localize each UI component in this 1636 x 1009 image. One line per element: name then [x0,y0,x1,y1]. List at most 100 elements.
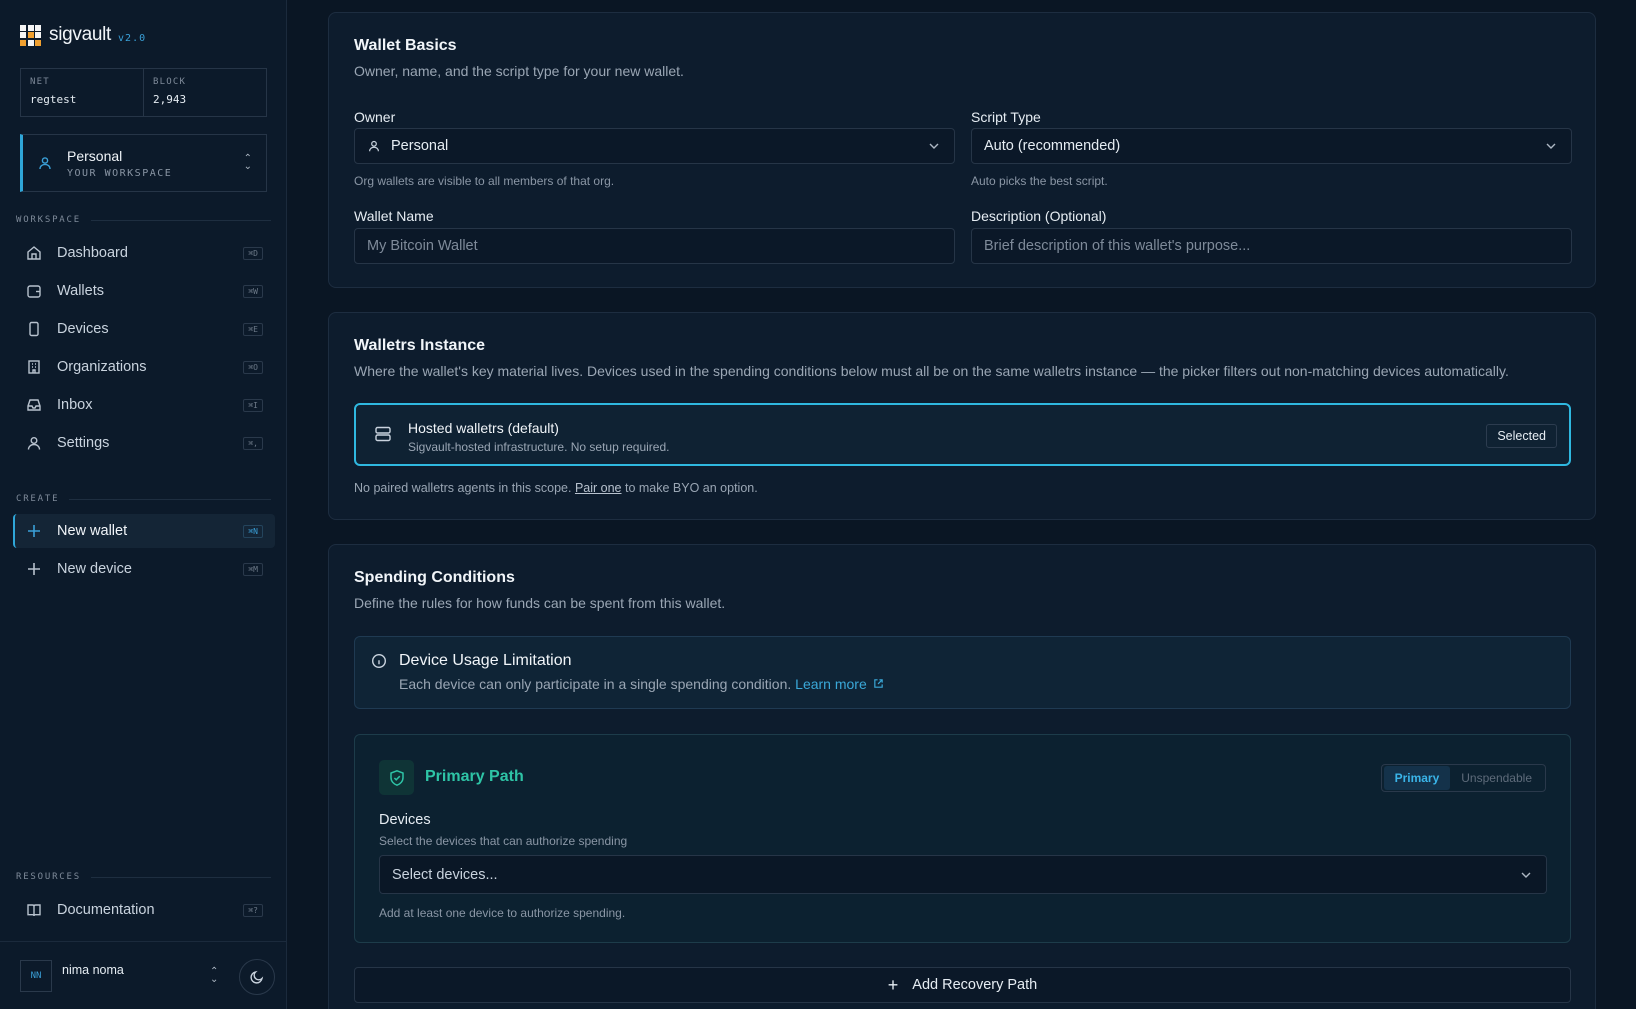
external-link-icon[interactable] [873,678,884,689]
plus-icon: + [887,974,899,995]
shortcut-badge: ⌘M [243,563,263,576]
card-subtitle: Where the wallet's key material lives. D… [354,363,1509,379]
chevron-updown-icon[interactable]: ⌃ ⌄ [210,967,218,985]
sidebar-item-organizations[interactable]: Organizations ⌘O [13,350,275,384]
chevron-down-icon [929,143,939,149]
spending-conditions-card: Spending Conditions Define the rules for… [328,544,1596,1009]
sidebar-item-inbox[interactable]: Inbox ⌘I [13,388,275,422]
toggle-primary[interactable]: Primary [1383,766,1451,790]
inbox-icon [25,396,43,414]
plus-icon [25,560,43,578]
card-title: Walletrs Instance [354,337,486,354]
sidebar-item-label: Documentation [57,902,155,918]
add-recovery-path-button[interactable]: + Add Recovery Path [354,967,1571,1003]
sidebar-item-devices[interactable]: Devices ⌘E [13,312,275,346]
shortcut-badge: ⌘W [243,285,263,298]
sidebar-item-documentation[interactable]: Documentation ⌘? [13,893,275,927]
workspace-switcher[interactable]: Personal YOUR WORKSPACE ⌃ ⌄ [20,134,267,192]
shortcut-badge: ⌘D [243,247,263,260]
user-name[interactable]: nima noma [62,963,124,977]
moon-icon [250,970,264,984]
user-menu: NN nima noma ⌃ ⌄ [0,941,287,1009]
chevron-down-icon [1521,872,1531,878]
net-value: regtest [30,93,77,106]
wallet-basics-card: Wallet Basics Owner, name, and the scrip… [328,12,1596,288]
avatar[interactable]: NN [20,960,52,992]
logo[interactable]: sigvault v2.0 [20,24,146,46]
shortcut-badge: ⌘E [243,323,263,336]
sidebar-item-new-device[interactable]: New device ⌘M [13,552,275,586]
sidebar-item-label: Wallets [57,283,104,299]
card-title: Wallet Basics [354,37,457,54]
pair-one-link[interactable]: Pair one [575,481,622,495]
info-text: Each device can only participate in a si… [399,676,884,692]
primary-path-panel: Primary Path Primary Unspendable Devices… [354,734,1571,943]
sidebar-item-new-wallet[interactable]: New wallet ⌘N [13,514,275,548]
script-type-select[interactable]: Auto (recommended) [971,128,1572,164]
shortcut-badge: ⌘I [243,399,263,412]
devices-label: Devices [379,812,431,828]
devices-select[interactable]: Select devices... [379,855,1547,894]
chevron-down-icon [1546,143,1556,149]
owner-value: Personal [391,138,449,154]
shortcut-badge: ⌘? [243,904,263,917]
shield-icon [379,760,414,795]
learn-more-link[interactable]: Learn more [795,676,867,692]
card-subtitle: Owner, name, and the script type for you… [354,63,684,79]
plus-icon [25,522,43,540]
walletrs-instance-card: Walletrs Instance Where the wallet's key… [328,312,1596,520]
sidebar-item-wallets[interactable]: Wallets ⌘W [13,274,275,308]
sidebar-item-dashboard[interactable]: Dashboard ⌘D [13,236,275,270]
sidebar-item-label: New wallet [57,523,128,539]
network-status: NET regtest BLOCK 2,943 [20,68,267,117]
wallet-name-input[interactable]: My Bitcoin Wallet [354,228,955,264]
net-label: NET [30,77,50,87]
devices-description: Select the devices that can authorize sp… [379,834,628,848]
devices-placeholder: Select devices... [392,866,498,883]
sidebar-item-settings[interactable]: Settings ⌘, [13,426,275,460]
wallet-icon [25,282,43,300]
sidebar-item-label: New device [57,561,132,577]
description-input[interactable]: Brief description of this wallet's purpo… [971,228,1572,264]
card-title: Spending Conditions [354,569,515,586]
section-resources: RESOURCES [16,872,271,882]
device-icon [25,320,43,338]
owner-hint: Org wallets are visible to all members o… [354,174,615,188]
script-type-hint: Auto picks the best script. [971,174,1108,188]
shortcut-badge: ⌘O [243,361,263,374]
sidebar-item-label: Organizations [57,359,147,375]
option-title: Hosted walletrs (default) [408,420,559,436]
wallet-name-label: Wallet Name [354,208,434,224]
sidebar: sigvault v2.0 NET regtest BLOCK 2,943 Pe… [0,0,287,1009]
building-icon [25,358,43,376]
book-icon [25,901,43,919]
selected-badge: Selected [1486,424,1557,448]
pair-note: No paired walletrs agents in this scope.… [354,481,758,495]
app-name: sigvault [49,24,112,45]
workspace-name: Personal [67,147,123,164]
path-type-toggle: Primary Unspendable [1380,764,1546,792]
hosted-walletrs-option[interactable]: Hosted walletrs (default) Sigvault-hoste… [354,403,1571,466]
app-version: v2.0 [118,32,147,44]
owner-label: Owner [354,109,396,125]
devices-hint: Add at least one device to authorize spe… [379,906,626,920]
owner-select[interactable]: Personal [354,128,955,164]
user-icon [369,140,379,152]
theme-toggle-button[interactable] [239,959,275,995]
section-workspace: WORKSPACE [16,215,271,225]
workspace-subtitle: YOUR WORKSPACE [67,167,173,179]
script-type-label: Script Type [971,109,1041,125]
logo-grid-icon [20,24,41,46]
info-icon [371,653,387,669]
toggle-unspendable[interactable]: Unspendable [1450,766,1543,790]
path-title: Primary Path [425,768,524,785]
option-description: Sigvault-hosted infrastructure. No setup… [408,440,670,454]
section-create: CREATE [16,494,271,504]
card-subtitle: Define the rules for how funds can be sp… [354,595,726,611]
pair-note-text: No paired walletrs agents in this scope. [354,481,575,495]
server-icon [375,426,391,442]
script-type-value: Auto (recommended) [984,138,1121,154]
home-icon [25,244,43,262]
add-recovery-label: Add Recovery Path [912,977,1038,993]
info-title: Device Usage Limitation [399,652,572,669]
